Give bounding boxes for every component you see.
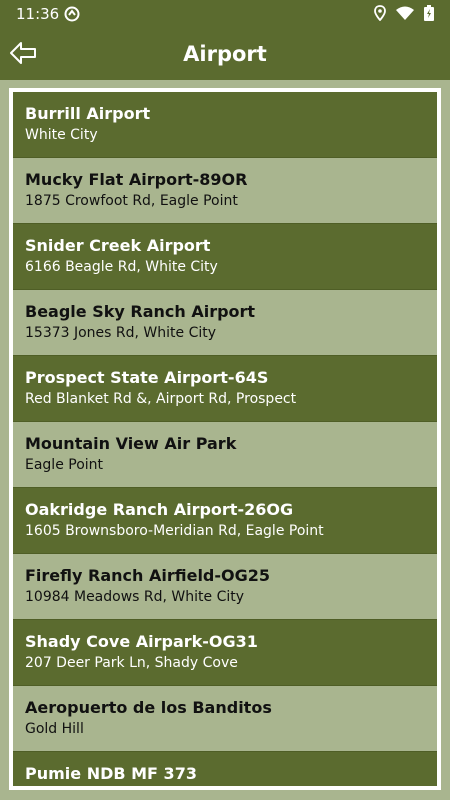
status-bar: 11:36	[0, 0, 450, 28]
airport-address: 207 Deer Park Ln, Shady Cove	[25, 655, 238, 671]
airport-name: Mountain View Air Park	[25, 434, 237, 453]
airport-list-frame: Burrill Airport White City Mucky Flat Airp…	[9, 88, 441, 790]
airport-name: Aeropuerto de los Banditos	[25, 698, 272, 717]
app-bar: Airport	[0, 28, 450, 80]
list-item[interactable]: Mountain View Air Park Eagle Point	[13, 422, 437, 488]
list-item[interactable]: Snider Creek Airport 6166 Beagle Rd, Whit…	[13, 224, 437, 290]
page-title: Airport	[183, 42, 267, 66]
app-notification-icon	[64, 6, 80, 22]
list-item[interactable]: Burrill Airport White City	[13, 92, 437, 158]
list-item[interactable]: Oakridge Ranch Airport-26OG 1605 Brownsbo…	[13, 488, 437, 554]
battery-icon	[424, 5, 434, 21]
status-time: 11:36	[16, 5, 60, 23]
airport-name: Beagle Sky Ranch Airport	[25, 302, 256, 321]
airport-address: 6166 Beagle Rd, White City	[25, 259, 218, 275]
airport-list[interactable]: Burrill Airport White City Mucky Flat Airp…	[13, 92, 437, 786]
airport-name: Mucky Flat Airport-89OR	[25, 170, 248, 189]
airport-address: Gold Hill	[25, 721, 84, 737]
airport-name: Prospect State Airport-64S	[25, 368, 269, 387]
list-item[interactable]: Prospect State Airport-64S Red Blanket Rd…	[13, 356, 437, 422]
status-icons	[374, 5, 434, 21]
airport-address: 1875 Crowfoot Rd, Eagle Point	[25, 193, 238, 209]
airport-name: Burrill Airport	[25, 104, 151, 123]
airport-address: 1605 Brownsboro-Meridian Rd, Eagle Point	[25, 523, 324, 539]
list-item[interactable]: Mucky Flat Airport-89OR 1875 Crowfoot Rd,…	[13, 158, 437, 224]
airport-address: White City	[25, 127, 98, 143]
list-item[interactable]: Pumie NDB MF 373	[13, 752, 437, 786]
airport-address: 15373 Jones Rd, White City	[25, 325, 217, 341]
airport-name: Snider Creek Airport	[25, 236, 211, 255]
list-item[interactable]: Firefly Ranch Airfield-OG25 10984 Meadows…	[13, 554, 437, 620]
airport-name: Oakridge Ranch Airport-26OG	[25, 500, 294, 519]
location-icon	[374, 5, 386, 21]
airport-name: Shady Cove Airpark-OG31	[25, 632, 258, 651]
airport-address: Red Blanket Rd &, Airport Rd, Prospect	[25, 391, 297, 407]
airport-address: Eagle Point	[25, 457, 104, 473]
airport-name: Firefly Ranch Airfield-OG25	[25, 566, 271, 585]
airport-address: 10984 Meadows Rd, White City	[25, 589, 245, 605]
wifi-icon	[396, 6, 414, 20]
list-item[interactable]: Aeropuerto de los Banditos Gold Hill	[13, 686, 437, 752]
list-item[interactable]: Beagle Sky Ranch Airport 15373 Jones Rd, …	[13, 290, 437, 356]
airport-name: Pumie NDB MF 373	[25, 764, 197, 783]
list-item[interactable]: Shady Cove Airpark-OG31 207 Deer Park Ln,…	[13, 620, 437, 686]
